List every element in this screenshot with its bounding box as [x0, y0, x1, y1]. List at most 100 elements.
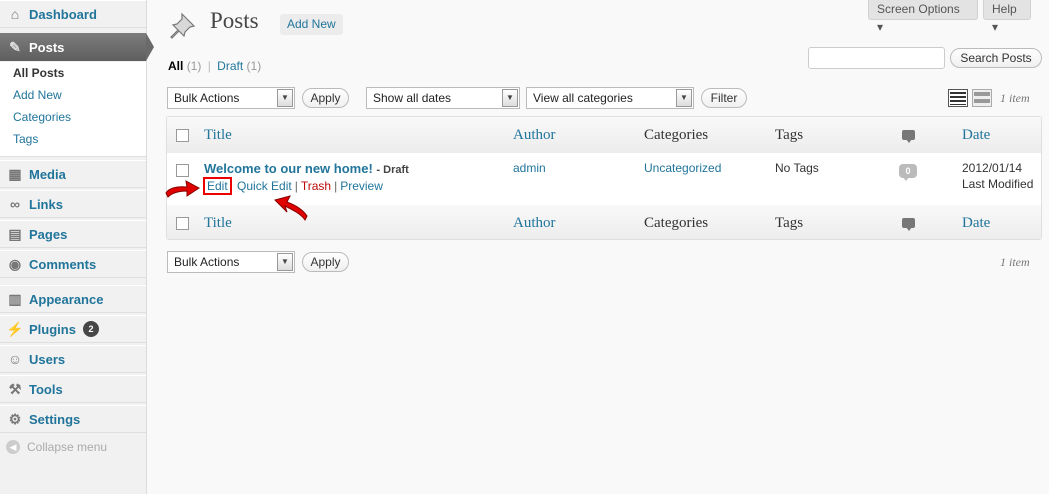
- column-categories-header: Categories: [644, 127, 709, 143]
- chevron-down-icon: ▼: [676, 89, 692, 107]
- menu-item-plugins[interactable]: ⚡ Plugins 2: [0, 315, 146, 343]
- apply-button-top[interactable]: Apply: [302, 88, 349, 108]
- menu-label: Appearance: [29, 291, 104, 307]
- users-icon: ☺: [7, 351, 23, 367]
- edit-link[interactable]: Edit: [203, 177, 232, 195]
- post-date: 2012/01/14: [962, 161, 1023, 175]
- post-category-link[interactable]: Uncategorized: [644, 161, 721, 175]
- annotation-arrow-icon: [274, 195, 308, 221]
- bulk-actions-value: Bulk Actions: [174, 255, 240, 269]
- dates-filter-select[interactable]: Show all dates ▼: [366, 87, 520, 109]
- search-posts-input[interactable]: [808, 47, 945, 69]
- action-separator: |: [334, 179, 338, 193]
- annotation-arrow-icon: [165, 180, 200, 198]
- comments-column-icon: [902, 218, 915, 231]
- screen-options-tab[interactable]: Screen Options ▾: [868, 0, 978, 34]
- column-date-header[interactable]: Date: [962, 117, 990, 153]
- row-actions: Edit Quick Edit | Trash | Preview: [203, 177, 383, 195]
- menu-item-pages[interactable]: ▤ Pages: [0, 220, 146, 248]
- active-menu-arrow: [146, 33, 154, 61]
- post-title-link[interactable]: Welcome to our new home!: [204, 161, 373, 176]
- menu-item-links[interactable]: ∞ Links: [0, 190, 146, 218]
- comments-column-icon: [902, 130, 915, 143]
- collapse-menu-button[interactable]: ◀ Collapse menu: [6, 440, 107, 454]
- filter-draft-link[interactable]: Draft: [217, 59, 243, 73]
- item-count-bottom: 1 item: [1000, 255, 1030, 269]
- menu-item-comments[interactable]: ◉ Comments: [0, 250, 146, 278]
- post-state: - Draft: [376, 164, 409, 176]
- submenu-add-new[interactable]: Add New: [0, 84, 146, 106]
- column-date-footer[interactable]: Date: [962, 205, 990, 239]
- chevron-down-icon: ▼: [277, 253, 293, 271]
- column-author-header[interactable]: Author: [513, 117, 556, 153]
- menu-item-tools[interactable]: ⚒ Tools: [0, 375, 146, 403]
- menu-label: Settings: [29, 411, 81, 427]
- excerpt-view-icon[interactable]: [972, 89, 992, 107]
- collapse-label: Collapse menu: [27, 440, 108, 454]
- add-new-post-button[interactable]: Add New: [280, 14, 343, 35]
- plugins-icon: ⚡: [6, 320, 24, 337]
- menu-label: Dashboard: [29, 6, 97, 22]
- links-icon: ∞: [10, 196, 20, 212]
- filter-all-count: (1): [186, 59, 202, 73]
- menu-item-posts[interactable]: ✎ Posts: [0, 33, 146, 61]
- bulk-actions-select-bottom[interactable]: Bulk Actions ▼: [167, 251, 295, 273]
- select-all-checkbox-top[interactable]: [176, 129, 189, 142]
- collapse-arrow-icon: ◀: [6, 440, 20, 454]
- filter-separator: |: [207, 59, 211, 73]
- filter-draft-count: (1): [246, 59, 262, 73]
- post-title-cell: Welcome to our new home! - Draft: [204, 161, 409, 176]
- help-tab[interactable]: Help ▾: [983, 0, 1031, 34]
- categories-filter-value: View all categories: [533, 91, 633, 105]
- apply-button-bottom[interactable]: Apply: [302, 252, 349, 272]
- column-categories-footer: Categories: [644, 215, 709, 231]
- plugins-update-badge: 2: [82, 321, 99, 337]
- chevron-down-icon: ▼: [277, 89, 293, 107]
- quick-edit-link[interactable]: Quick Edit: [237, 179, 292, 193]
- menu-label: Links: [29, 196, 63, 212]
- menu-label: Media: [29, 166, 66, 182]
- action-separator: |: [294, 179, 298, 193]
- menu-item-appearance[interactable]: ▥ Appearance: [0, 285, 146, 313]
- status-filter-links: All (1) | Draft (1): [168, 59, 261, 73]
- column-title-header[interactable]: Title: [204, 117, 232, 153]
- trash-link[interactable]: Trash: [301, 179, 331, 193]
- menu-label: Comments: [29, 256, 97, 272]
- submenu-categories[interactable]: Categories: [0, 106, 146, 128]
- posts-submenu: All Posts Add New Categories Tags: [0, 62, 146, 157]
- select-all-checkbox-bottom[interactable]: [176, 217, 189, 230]
- table-header: Title Author Categories Tags Date: [167, 117, 1041, 154]
- menu-label: Plugins: [29, 321, 76, 337]
- menu-label: Posts: [29, 39, 65, 55]
- submenu-all-posts[interactable]: All Posts: [0, 62, 146, 84]
- comments-icon: ◉: [8, 255, 22, 272]
- column-title-footer[interactable]: Title: [204, 205, 232, 239]
- page-title: Posts: [210, 8, 259, 33]
- item-count-top: 1 item: [1000, 91, 1030, 105]
- filter-button[interactable]: Filter: [701, 88, 747, 108]
- menu-item-settings[interactable]: ⚙ Settings: [0, 405, 146, 433]
- bulk-actions-select-top[interactable]: Bulk Actions ▼: [167, 87, 295, 109]
- pushpin-icon: ✎: [9, 38, 21, 55]
- menu-item-media[interactable]: ▦ Media: [0, 160, 146, 188]
- column-tags-footer: Tags: [775, 215, 804, 231]
- bulk-actions-value: Bulk Actions: [174, 91, 240, 105]
- column-author-footer[interactable]: Author: [513, 205, 556, 239]
- filter-all-link[interactable]: All: [168, 59, 183, 73]
- search-posts-button[interactable]: Search Posts: [950, 48, 1042, 68]
- admin-sidebar: ⌂ Dashboard ✎ Posts All Posts Add New Ca…: [0, 0, 154, 494]
- settings-icon: ⚙: [8, 410, 22, 427]
- categories-filter-select[interactable]: View all categories ▼: [526, 87, 694, 109]
- list-view-icon[interactable]: [948, 89, 968, 107]
- submenu-tags[interactable]: Tags: [0, 128, 146, 150]
- menu-item-users[interactable]: ☺ Users: [0, 345, 146, 373]
- comment-count-bubble[interactable]: 0: [899, 164, 917, 181]
- menu-item-dashboard[interactable]: ⌂ Dashboard: [0, 0, 146, 28]
- preview-link[interactable]: Preview: [340, 179, 383, 193]
- pages-icon: ▤: [8, 225, 22, 242]
- post-tags: No Tags: [775, 161, 819, 175]
- post-author-link[interactable]: admin: [513, 161, 546, 175]
- menu-label: Pages: [29, 226, 68, 242]
- menu-label: Tools: [29, 381, 63, 397]
- column-tags-header: Tags: [775, 127, 804, 143]
